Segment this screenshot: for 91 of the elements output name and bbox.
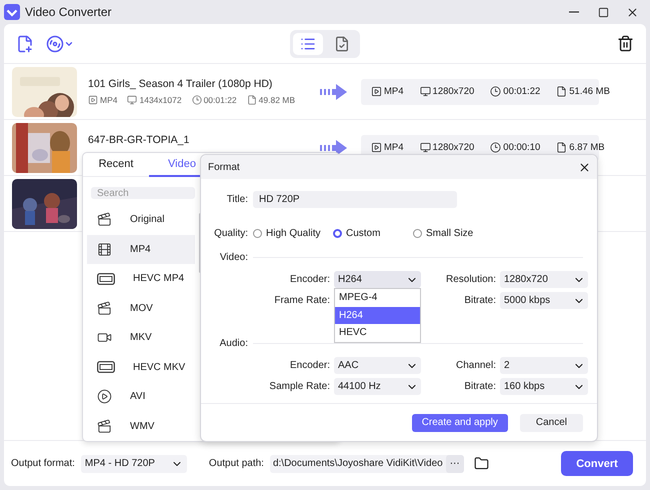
monitor-icon [420, 86, 431, 97]
output-format-label: Output format: [11, 458, 75, 469]
play-icon [88, 95, 98, 105]
list-icon [300, 36, 316, 52]
format-list-item[interactable]: HEVC MP4 [87, 264, 195, 294]
search-field[interactable]: Search [91, 187, 195, 199]
file-size-label: 49.82 MB [246, 95, 296, 105]
film-icon [97, 242, 112, 257]
dropdown-select[interactable]: 1280x720 [500, 271, 588, 288]
dropdown-select[interactable]: 5000 kbps [500, 292, 588, 309]
format-label: MP4 [371, 86, 404, 97]
close-icon[interactable] [578, 160, 591, 174]
play-icon [371, 86, 382, 97]
film-strip-icon [97, 272, 115, 285]
dropdown-select[interactable]: 2 [500, 357, 588, 374]
duration-label: 00:01:22 [192, 95, 237, 105]
quality-label: Quality: [213, 228, 249, 238]
add-file-button[interactable] [16, 34, 34, 52]
convert-button[interactable]: Convert [561, 451, 633, 476]
clock-icon [490, 86, 502, 97]
section-label: Video: [218, 252, 249, 262]
format-list-item[interactable]: Original [87, 205, 195, 234]
file-size-label: 51.46 MB [556, 86, 610, 97]
field-label: Bitrate: [463, 381, 496, 392]
resolution-label: 1280x720 [420, 86, 474, 97]
dropdown-select[interactable]: AAC [334, 357, 421, 374]
folder-icon[interactable] [474, 456, 489, 471]
film-strip-icon [97, 361, 115, 374]
quality-radio[interactable]: Custom [333, 228, 413, 238]
output-format-select[interactable]: MP4 - HD 720P [80, 454, 187, 472]
clock-icon [490, 142, 502, 153]
clapperboard-icon [97, 300, 112, 316]
field-label: Sample Rate: [268, 381, 330, 392]
format-list-item[interactable]: MP4 [87, 234, 195, 264]
clapperboard-icon [97, 418, 112, 434]
field-label: Encoder: [288, 360, 330, 371]
arrow-icon [320, 84, 347, 100]
clock-icon [192, 95, 202, 105]
cancel-button[interactable]: Cancel [520, 414, 583, 432]
field-label: Encoder: [288, 274, 330, 285]
play-icon [371, 142, 382, 153]
minimize-icon [569, 11, 579, 13]
resolution-label: 1434x1072 [127, 95, 182, 105]
maximize-icon [598, 6, 608, 18]
duration-label: 00:00:10 [490, 142, 540, 153]
monitor-icon [420, 142, 431, 153]
format-list-item[interactable]: HEVC MKV [87, 352, 195, 382]
format-list-item[interactable]: MOV [87, 294, 195, 323]
format-list-item[interactable]: MKV [87, 323, 195, 352]
monitor-icon [127, 95, 138, 105]
output-path-label: Output path: [208, 458, 264, 469]
list-view-tab[interactable] [293, 32, 323, 54]
file-icon [556, 142, 568, 153]
format-list-item[interactable]: AVI [87, 382, 195, 412]
format-list-item[interactable]: WMV [87, 412, 195, 441]
duration-label: 00:01:22 [490, 86, 540, 97]
dropdown-option[interactable]: H264 [335, 306, 420, 324]
file-name: 101 Girls_ Season 4 Trailer (1080p HD) [88, 78, 274, 90]
file-size-label: 6.87 MB [556, 142, 605, 153]
clapperboard-icon [97, 212, 112, 228]
quality-radio[interactable]: High Quality [253, 228, 333, 238]
dropdown-select[interactable]: H264 [334, 271, 421, 288]
arrow-icon [320, 140, 347, 156]
output-path-field[interactable]: d:\Documents\Joyoshare VidiKit\Video ··· [270, 454, 464, 472]
quality-radio[interactable]: Small Size [413, 228, 513, 238]
field-label: Bitrate: [463, 295, 496, 306]
file-icon [246, 95, 257, 105]
browse-more-button[interactable]: ··· [446, 454, 464, 472]
trash-button[interactable] [617, 35, 634, 52]
section-label: Audio: [218, 338, 249, 348]
resolution-label: 1280x720 [420, 142, 474, 153]
format-label: MP4 [371, 142, 404, 153]
field-label: Channel: [454, 360, 496, 371]
play-icon [97, 389, 112, 404]
file-icon [556, 86, 568, 97]
format-tab[interactable]: Recent [83, 153, 149, 178]
field-label: Frame Rate: [273, 295, 330, 306]
dropdown-select[interactable]: 160 kbps [500, 378, 588, 395]
format-label: MP4 [88, 95, 118, 105]
close-icon [626, 6, 638, 18]
file-check-icon [334, 36, 350, 52]
dropdown-select[interactable]: 44100 Hz [334, 378, 421, 395]
app-logo-icon [4, 4, 20, 20]
field-label: Resolution: [444, 274, 496, 285]
disc-icon [46, 34, 64, 52]
file-name: 647-BR-GR-TOPIA_1 [88, 134, 190, 146]
add-disc-button[interactable] [46, 34, 74, 52]
create-button[interactable]: Create and apply [412, 414, 508, 432]
title-label: Title: [226, 194, 249, 204]
title-field[interactable]: HD 720P [253, 190, 457, 208]
window-title: Video Converter [25, 5, 112, 19]
